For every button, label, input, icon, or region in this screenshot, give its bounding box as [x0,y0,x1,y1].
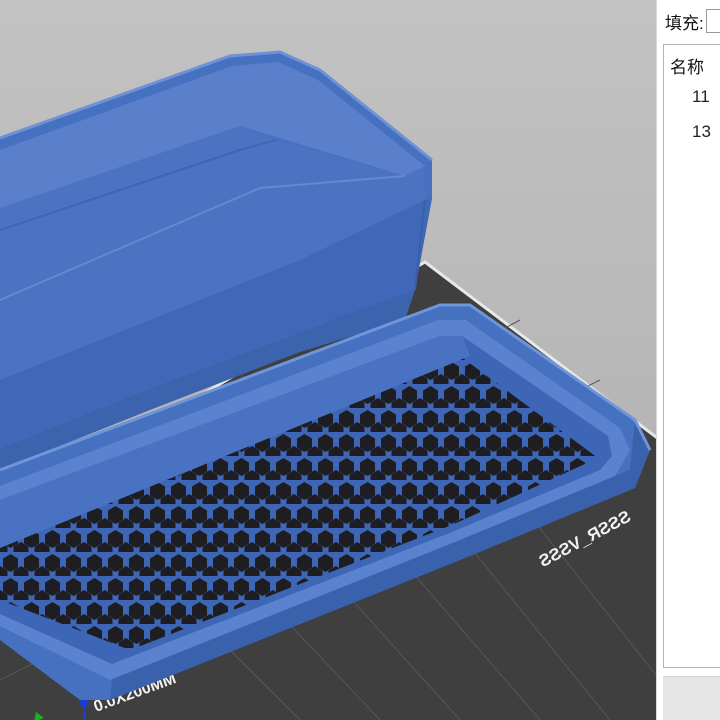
list-item[interactable]: 11 [692,87,710,107]
right-side-panel: 填充: 名称 11 13 [656,0,720,720]
bottom-button[interactable] [663,676,720,720]
column-header-name[interactable]: 名称 [670,53,704,78]
fill-select[interactable] [705,9,720,33]
object-list[interactable]: 名称 11 13 [663,44,720,668]
fill-row: 填充: [665,6,720,36]
slicer-window: SSSR_VSSS 0.0X200MM 填充: 名称 11 13 [0,0,720,720]
list-item[interactable]: 13 [692,122,711,142]
fill-label: 填充: [665,13,704,33]
3d-viewport[interactable]: SSSR_VSSS 0.0X200MM [0,0,656,720]
